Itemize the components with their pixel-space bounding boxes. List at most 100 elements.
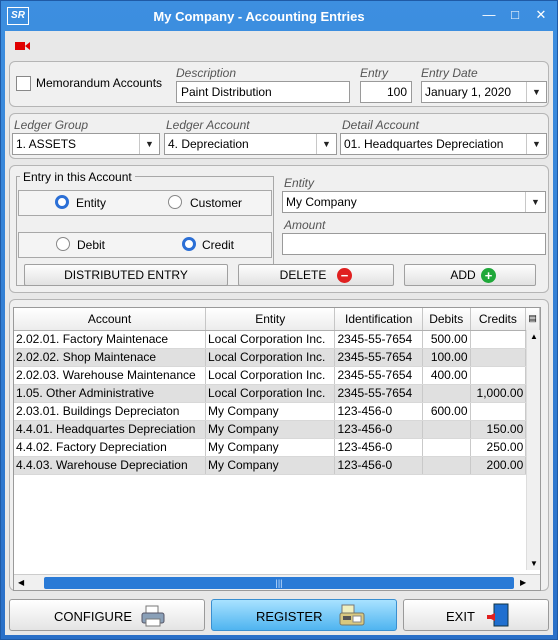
vertical-scrollbar[interactable]: ▲ ▼ xyxy=(526,330,540,570)
table-cell: My Company xyxy=(205,438,336,457)
video-camera-icon[interactable] xyxy=(15,40,31,52)
table-row[interactable]: 4.4.03. Warehouse Depreciation My Company… xyxy=(14,456,540,475)
entity-value: My Company xyxy=(286,195,357,209)
ledger-account-select[interactable]: 4. Depreciation ▼ xyxy=(164,133,337,155)
horizontal-scrollbar[interactable]: ◀ ||| ▶ xyxy=(14,574,540,590)
table-cell: 500.00 xyxy=(422,330,471,349)
footer-bar: CONFIGURE REGISTER EXIT xyxy=(5,593,553,635)
entry-field[interactable]: 100 xyxy=(360,81,412,103)
table-cell: 400.00 xyxy=(422,366,471,385)
entries-table: Account Entity Identification Debits Cre… xyxy=(14,308,540,475)
debit-radio-label: Debit xyxy=(77,238,106,252)
scroll-thumb[interactable]: ||| xyxy=(44,577,514,589)
register-button[interactable]: REGISTER xyxy=(211,599,397,631)
description-field[interactable]: Paint Distribution xyxy=(176,81,350,103)
table-row[interactable]: 1.05. Other Administrative Local Corporat… xyxy=(14,384,540,403)
ledger-account-value: 4. Depreciation xyxy=(168,137,249,151)
exit-button[interactable]: EXIT xyxy=(403,599,549,631)
table-cell xyxy=(422,456,471,475)
table-cell xyxy=(422,384,471,403)
table-cell: 2345-55-7654 xyxy=(334,348,423,367)
table-cell: 2.02.02. Shop Maintenace xyxy=(14,348,206,367)
table-cell: My Company xyxy=(205,456,336,475)
memorandum-label: Memorandum Accounts xyxy=(36,76,163,90)
table-cell: My Company xyxy=(205,402,336,421)
table-cell: 2.03.01. Buildings Depreciaton xyxy=(14,402,206,421)
entry-date-label: Entry Date xyxy=(421,66,478,80)
table-cell: 123-456-0 xyxy=(334,402,423,421)
table-cell xyxy=(470,348,527,367)
table-row[interactable]: 4.4.01. Headquartes Depreciation My Compa… xyxy=(14,420,540,439)
debit-radio[interactable] xyxy=(56,237,70,251)
delete-button[interactable]: DELETE − xyxy=(238,264,394,286)
chevron-down-icon[interactable]: ▼ xyxy=(316,134,336,154)
entity-radio[interactable] xyxy=(55,195,69,209)
table-cell: 4.4.01. Headquartes Depreciation xyxy=(14,420,206,439)
entries-grid[interactable]: Account Entity Identification Debits Cre… xyxy=(13,307,541,591)
minus-circle-icon: − xyxy=(337,268,352,283)
table-cell: 100.00 xyxy=(422,348,471,367)
minimize-button[interactable]: — xyxy=(481,7,497,23)
column-chooser-icon[interactable]: ▤ xyxy=(525,308,540,331)
table-row[interactable]: 2.03.01. Buildings Depreciaton My Company… xyxy=(14,402,540,421)
grid-header-row: Account Entity Identification Debits Cre… xyxy=(14,308,540,331)
exit-label: EXIT xyxy=(446,609,475,624)
delete-label: DELETE xyxy=(279,268,327,282)
table-row[interactable]: 2.02.01. Factory Maintenace Local Corpora… xyxy=(14,330,540,349)
amount-field[interactable] xyxy=(282,233,546,255)
maximize-button[interactable]: □ xyxy=(507,7,523,23)
close-button[interactable]: ✕ xyxy=(533,7,549,23)
configure-button[interactable]: CONFIGURE xyxy=(9,599,205,631)
scroll-left-icon[interactable]: ◀ xyxy=(18,578,24,587)
detail-account-select[interactable]: 01. Headquartes Depreciation ▼ xyxy=(340,133,547,155)
memorandum-checkbox[interactable] xyxy=(16,76,31,91)
chevron-down-icon[interactable]: ▼ xyxy=(525,192,545,212)
grid-body: 2.02.01. Factory Maintenace Local Corpora… xyxy=(14,330,540,475)
table-row[interactable]: 2.02.02. Shop Maintenace Local Corporatio… xyxy=(14,348,540,367)
column-header[interactable]: Account xyxy=(14,308,206,331)
entity-select[interactable]: My Company ▼ xyxy=(282,191,546,213)
title-bar[interactable]: SR My Company - Accounting Entries — □ ✕ xyxy=(1,1,557,31)
table-row[interactable]: 2.02.03. Warehouse Maintenance Local Corp… xyxy=(14,366,540,385)
column-header[interactable]: Identification xyxy=(334,308,423,331)
column-header[interactable]: Entity xyxy=(205,308,336,331)
table-cell: Local Corporation Inc. xyxy=(205,384,336,403)
table-cell: 250.00 xyxy=(470,438,527,457)
table-cell: 600.00 xyxy=(422,402,471,421)
scroll-grip: ||| xyxy=(275,578,283,588)
scroll-up-icon[interactable]: ▲ xyxy=(530,332,538,341)
chevron-down-icon[interactable]: ▼ xyxy=(526,134,546,154)
configure-label: CONFIGURE xyxy=(54,609,132,624)
credit-radio[interactable] xyxy=(182,237,196,251)
chevron-down-icon[interactable]: ▼ xyxy=(139,134,159,154)
table-cell xyxy=(470,330,527,349)
scroll-down-icon[interactable]: ▼ xyxy=(530,559,538,568)
ledger-group-select[interactable]: 1. ASSETS ▼ xyxy=(12,133,160,155)
table-cell: 123-456-0 xyxy=(334,438,423,457)
scroll-right-icon[interactable]: ▶ xyxy=(520,578,526,587)
customer-radio-label: Customer xyxy=(190,196,243,210)
customer-radio[interactable] xyxy=(168,195,182,209)
credit-radio-label: Credit xyxy=(202,238,235,252)
printer-icon xyxy=(140,605,166,630)
add-button[interactable]: ADD + xyxy=(404,264,536,286)
column-header[interactable]: Debits xyxy=(422,308,471,331)
register-label: REGISTER xyxy=(256,609,323,624)
table-cell: 1.05. Other Administrative xyxy=(14,384,206,403)
table-cell xyxy=(422,420,471,439)
chevron-down-icon[interactable]: ▼ xyxy=(526,82,546,102)
ledger-panel: Ledger Group 1. ASSETS ▼ Ledger Account … xyxy=(9,113,549,159)
window-title: My Company - Accounting Entries xyxy=(153,9,365,24)
column-header[interactable]: Credits xyxy=(470,308,527,331)
entry-date-picker[interactable]: January 1, 2020 ▼ xyxy=(421,81,547,103)
ledger-group-label: Ledger Group xyxy=(14,118,89,132)
ledger-group-value: 1. ASSETS xyxy=(16,137,77,151)
distributed-entry-button[interactable]: DISTRIBUTED ENTRY xyxy=(24,264,228,286)
ledger-account-label: Ledger Account xyxy=(166,118,250,132)
table-cell: 2345-55-7654 xyxy=(334,330,423,349)
client-area: Memorandum Accounts Description Paint Di… xyxy=(5,31,553,635)
header-panel: Memorandum Accounts Description Paint Di… xyxy=(9,61,549,107)
table-row[interactable]: 4.4.02. Factory Depreciation My Company 12… xyxy=(14,438,540,457)
table-cell: 150.00 xyxy=(470,420,527,439)
table-cell: Local Corporation Inc. xyxy=(205,366,336,385)
